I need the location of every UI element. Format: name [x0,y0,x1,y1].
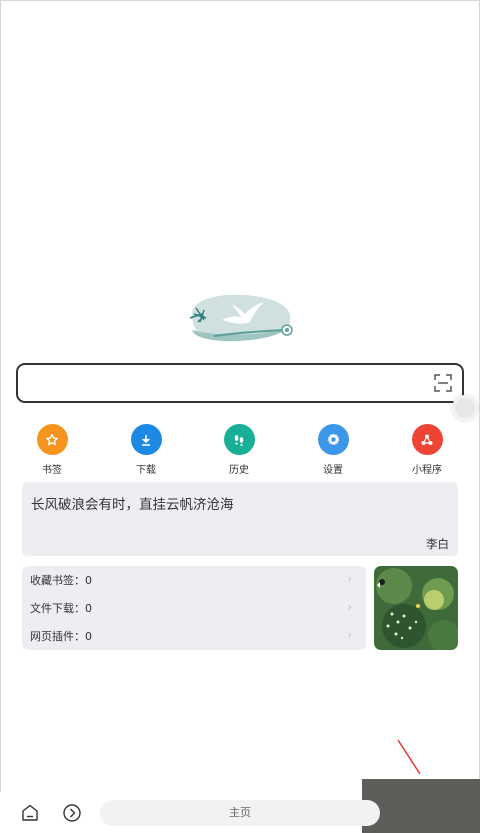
gear-icon [317,424,349,455]
download-icon [130,424,162,455]
seagull-logo-icon [184,292,298,344]
scan-icon[interactable] [434,374,452,392]
quick-action-label: 下载 [136,465,156,476]
quick-action-label: 历史 [229,465,249,476]
tab-home[interactable]: 主页 [100,800,380,826]
daily-quote-card[interactable]: 长风破浪会有时，直挂云帆济沧海 李白 [22,482,458,556]
chevron-right-icon: › [347,600,352,614]
quick-action-bookmarks[interactable]: 书签 [22,424,82,476]
stat-label: 收藏书签：0 [30,574,92,587]
quote-text: 长风破浪会有时，直挂云帆济沧海 [31,497,234,513]
stat-label: 网页插件：0 [30,630,92,643]
wallpaper-thumbnail[interactable] [374,566,458,650]
search-input[interactable] [16,363,464,403]
quick-action-history[interactable]: 历史 [209,424,269,476]
home-icon[interactable] [20,803,40,823]
footprints-icon [223,424,255,455]
bottom-toolbar: 主页 [0,792,380,833]
forward-icon[interactable] [62,803,82,823]
quick-action-mini-programs[interactable]: 小程序 [397,424,457,476]
chevron-right-icon: › [347,572,352,586]
floating-ball-button[interactable] [452,395,478,421]
quick-action-label: 设置 [323,465,343,476]
stat-row-bookmarks[interactable]: 收藏书签：0 › [22,566,366,594]
stat-label: 文件下载：0 [30,602,92,615]
quick-action-downloads[interactable]: 下载 [116,424,176,476]
quick-action-label: 书签 [42,465,62,476]
quick-action-label: 小程序 [412,465,442,476]
mini-program-icon [411,424,443,455]
quote-author: 李白 [426,537,449,551]
tab-label: 主页 [229,806,251,819]
chevron-right-icon: › [347,628,352,642]
star-icon [36,424,68,455]
quick-action-settings[interactable]: 设置 [303,424,363,476]
overlay-block [362,779,480,833]
screen-border [0,0,480,833]
stats-card: 收藏书签：0 › 文件下载：0 › 网页插件：0 › [22,566,366,650]
red-annotation-mark [396,738,426,778]
stat-row-downloads[interactable]: 文件下载：0 › [22,594,366,622]
stat-row-plugins[interactable]: 网页插件：0 › [22,622,366,650]
